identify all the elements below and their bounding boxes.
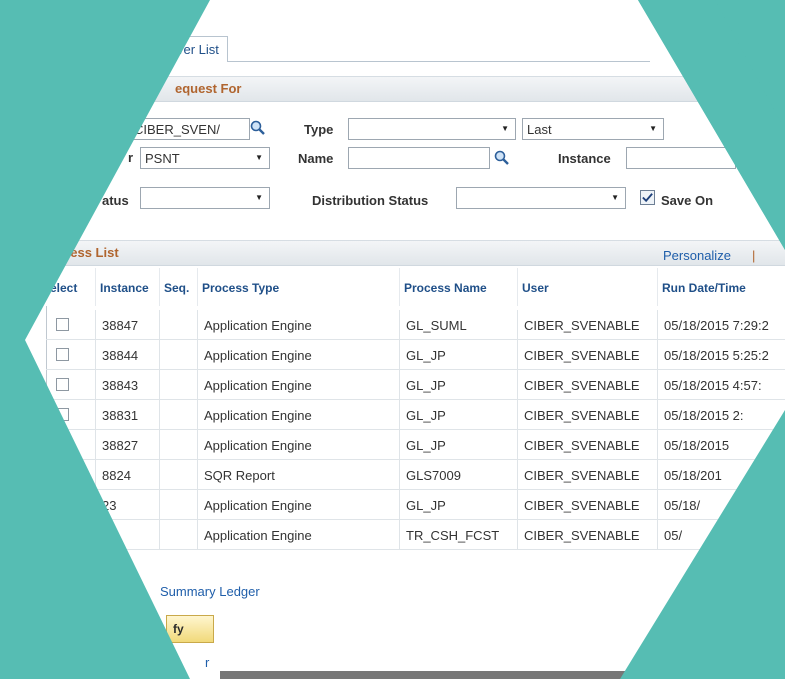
teal-hexagon-frame xyxy=(0,0,785,679)
process-monitor-window: ver List equest For CIBER_SVEN/ Type Las… xyxy=(0,0,785,679)
